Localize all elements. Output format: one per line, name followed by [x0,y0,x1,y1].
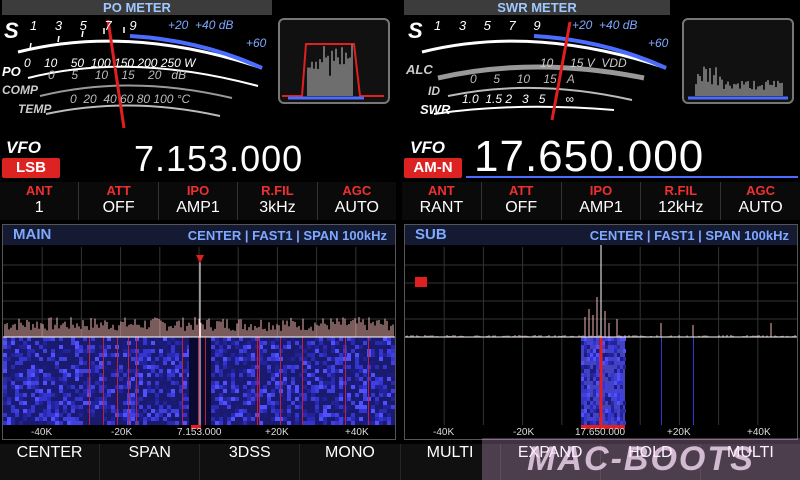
main-axis-label: 7.153.000 [177,427,222,438]
func-value: AUTO [738,199,783,216]
swr-label: SWR [420,102,451,117]
sub-scope[interactable]: SUB CENTER | FAST1 | SPAN 100kHz -40K -2… [404,224,798,440]
func-value: OFF [102,199,135,216]
func-label: ANT [428,183,455,198]
softkey-multi-2[interactable]: MULTI [700,444,800,480]
func-label: IPO [186,183,210,198]
func-label: AGC [746,183,776,198]
frequency-sub[interactable]: 17.650.000 [474,132,704,182]
comp-label: COMP [2,83,38,97]
main-axis: -40K -20K 7.153.000 +20K +40K [3,427,395,439]
func-label: R.FIL [261,183,294,198]
sub-frequency-underline [466,176,798,178]
po-label: PO [2,64,21,79]
func-ipo-main[interactable]: IPO AMP1 [158,182,239,220]
func-value: OFF [505,199,538,216]
id-label: ID [428,84,440,98]
softkey-multi[interactable]: MULTI [400,444,501,480]
main-axis-label: +40K [345,427,369,438]
vfo-label-main: VFO [6,138,41,157]
temp-scale-text: 0 20 40 60 80 100 °C [70,92,191,106]
softkey-span[interactable]: SPAN [100,444,201,480]
temp-label: TEMP [18,102,52,116]
s-meter-label: S [4,18,19,43]
sub-axis-label: -20K [513,427,535,438]
func-value: 3kHz [259,199,296,216]
func-rfil-main[interactable]: R.FIL 3kHz [238,182,318,220]
softkey-hold[interactable]: HOLD [600,444,701,480]
function-row-sub: ANT RANT ATT OFF IPO AMP1 R.FIL 12kHz AGC AUT… [402,182,800,220]
main-axis-label: -20K [111,427,133,438]
s-scale-60: +60 [246,36,267,50]
func-att-sub[interactable]: ATT OFF [481,182,562,220]
function-row-main: ANT 1 ATT OFF IPO AMP1 R.FIL 3kHz AGC AUTO [0,182,397,220]
swr-scale-text: 1.0 1.5 2 3 5 ∞ [462,92,574,106]
func-agc-sub[interactable]: AGC AUTO [721,182,800,220]
softkey-expand[interactable]: EXPAND [500,444,601,480]
s-scale-db-text-sub: +20 +40 dB [572,18,638,32]
mode-badge-sub[interactable]: AM-N [404,158,462,178]
func-ant-sub[interactable]: ANT RANT [402,182,482,220]
func-label: ATT [509,183,534,198]
swr-meter-title: SWR METER [404,0,670,15]
func-agc-main[interactable]: AGC AUTO [317,182,397,220]
func-label: R.FIL [664,183,698,198]
func-label: IPO [589,183,613,198]
po-meter-title: PO METER [2,0,272,15]
func-value: 1 [34,199,44,216]
main-axis-label: -40K [31,427,53,438]
softkey-center[interactable]: CENTER [0,444,101,480]
func-value: 12kHz [658,199,704,216]
s-scale-text: 1 3 5 7 9 [30,18,137,33]
sub-axis-label: 17.650.000 [575,427,626,438]
main-mini-scope [278,18,390,104]
s-meter-label-sub: S [408,18,423,43]
sub-axis: -40K -20K 17.650.000 +20K +40K [405,427,797,439]
s-scale-db-text: +20 +40 dB [168,18,234,32]
func-rfil-sub[interactable]: R.FIL 12kHz [641,182,722,220]
sub-axis-label: -40K [433,427,455,438]
sub-axis-label: +40K [747,427,771,438]
func-label: ANT [25,183,53,198]
id-scale-text: 0 5 10 15 A [470,72,575,86]
comp-scale-text: 0 5 10 15 20 dB [48,68,187,82]
vdd-scale-text: 10 15 V VDD [540,56,627,70]
func-value: AMP1 [579,199,623,216]
main-scope[interactable]: MAIN CENTER | FAST1 | SPAN 100kHz -40K -… [2,224,396,440]
func-label: ATT [106,183,131,198]
func-value: AUTO [334,199,379,216]
softkey-3dss[interactable]: 3DSS [200,444,301,480]
alc-label: ALC [406,62,433,77]
func-att-main[interactable]: ATT OFF [79,182,159,220]
sub-axis-label: +20K [667,427,691,438]
vfo-label-sub: VFO [410,138,445,157]
frequency-main[interactable]: 7.153.000 [134,138,303,180]
mode-badge-main[interactable]: LSB [2,158,60,178]
main-axis-label: +20K [265,427,289,438]
softkey-mono[interactable]: MONO [300,444,401,480]
softkey-bar: CENTER SPAN 3DSS MONO MULTI EXPAND HOLD … [0,444,800,480]
s-scale-text-sub: 1 3 5 7 9 [434,18,541,33]
func-label: AGC [342,183,372,198]
sub-mini-scope [682,18,794,104]
func-ant-main[interactable]: ANT 1 [0,182,80,220]
s-scale-60-sub: +60 [648,36,669,50]
func-value: RANT [419,199,464,216]
func-value: AMP1 [176,199,220,216]
func-ipo-sub[interactable]: IPO AMP1 [561,182,642,220]
